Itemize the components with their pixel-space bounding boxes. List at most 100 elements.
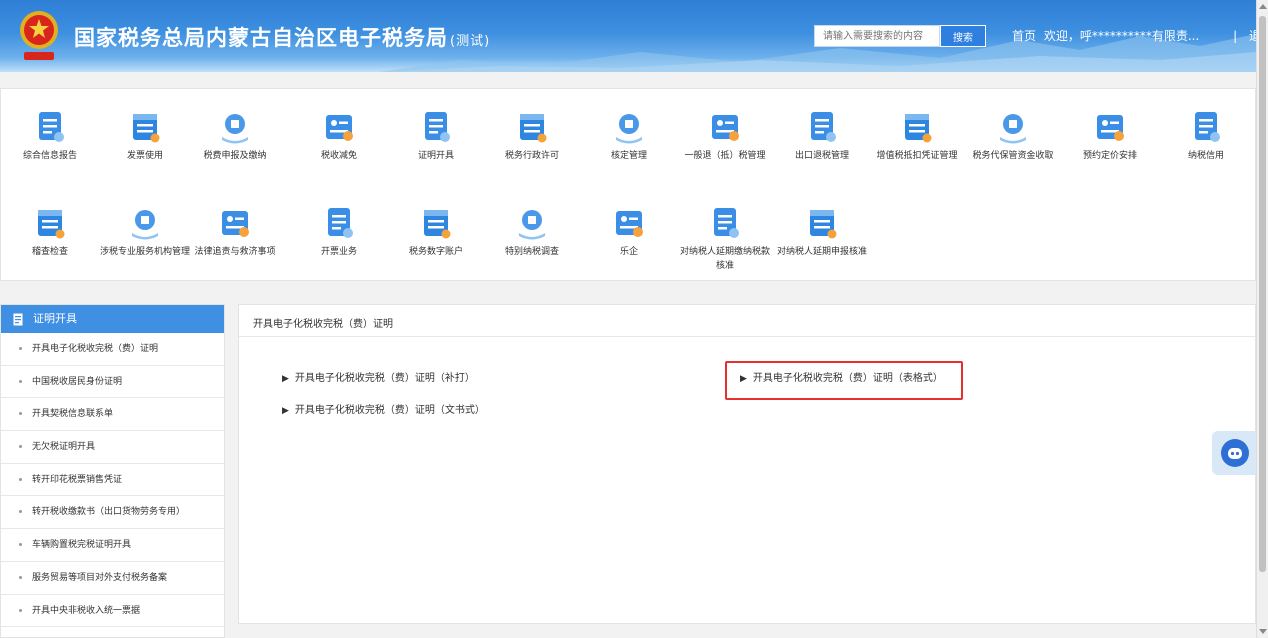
link-document-style[interactable]: ▶ 开具电子化税收完税（费）证明（文书式）	[282, 401, 485, 416]
robot-icon	[1221, 439, 1249, 467]
service-item-label: 法律追责与救济事项	[194, 247, 276, 257]
deferral-filing-icon	[810, 210, 837, 239]
credit-icon	[1195, 112, 1220, 142]
service-item[interactable]: 纳税信用	[1160, 109, 1252, 163]
service-item[interactable]: 乐企	[583, 205, 675, 259]
service-item[interactable]: 发票使用	[99, 109, 191, 163]
export-refund-icon	[811, 112, 836, 142]
service-item[interactable]: 增值税抵扣凭证管理	[871, 109, 963, 163]
site-title-suffix: (测试)	[450, 34, 491, 49]
report-icon	[39, 112, 64, 142]
service-item[interactable]: 预约定价安排	[1064, 109, 1156, 163]
sidebar-item-label: 中国税收居民身份证明	[32, 376, 123, 387]
service-item-label: 税费申报及缴纳	[203, 151, 267, 161]
service-item-label: 发票使用	[126, 151, 163, 161]
bullet-icon	[19, 510, 22, 514]
sidebar-item-label: 开具中央非税收入统一票据	[32, 605, 141, 616]
service-item-label: 税务数字账户	[408, 247, 463, 257]
triangle-right-icon: ▶	[282, 406, 289, 416]
service-item[interactable]: 一般退（抵）税管理	[679, 109, 771, 163]
sidebar-item-label: 开具契税信息联系单	[32, 409, 114, 420]
link-reprint-label: 开具电子化税收完税（费）证明（补打）	[294, 373, 475, 384]
scroll-down-icon[interactable]	[1259, 629, 1267, 634]
service-item[interactable]: 证明开具	[390, 109, 482, 163]
page-scrollbar[interactable]	[1256, 0, 1268, 638]
service-item-label: 综合信息报告	[22, 151, 77, 161]
bullet-icon	[19, 477, 22, 481]
service-item[interactable]: 税务行政许可	[486, 109, 578, 163]
vat-voucher-icon	[905, 114, 932, 143]
digital-account-icon	[424, 210, 451, 239]
nav-separator: |	[1233, 29, 1238, 43]
certificate-icon	[425, 112, 450, 142]
tax-payment-icon	[222, 114, 248, 144]
sidebar-item-label: 车辆购置税完税证明开具	[32, 540, 132, 551]
service-item[interactable]: 综合信息报告	[4, 109, 96, 163]
sidebar-item[interactable]: 无欠税证明开具	[1, 431, 224, 464]
link-document-style-label: 开具电子化税收完税（费）证明（文书式）	[294, 405, 485, 416]
service-item-label: 乐企	[619, 247, 638, 257]
site-header: 国家税务总局内蒙古自治区电子税务局(测试) 搜索 首页 欢迎，呼********…	[0, 0, 1256, 72]
service-item[interactable]: 税费申报及缴纳	[189, 109, 281, 163]
service-item[interactable]: 税务代保管资金收取	[967, 109, 1059, 163]
sidebar-item-label: 转开印花税票销售凭证	[32, 474, 123, 485]
sidebar-title: 证明开具	[33, 312, 77, 325]
inspection-icon	[38, 210, 65, 239]
sidebar-item-label: 无欠税证明开具	[32, 442, 96, 453]
tax-relief-icon	[326, 115, 353, 141]
service-item[interactable]: 稽查检查	[4, 205, 96, 259]
service-item-label: 税务代保管资金收取	[972, 151, 1054, 161]
investigation-icon	[519, 210, 545, 240]
sidebar-item-label: 服务贸易等项目对外支付税务备案	[32, 572, 168, 583]
sidebar-item[interactable]: 转开印花税票销售凭证	[1, 464, 224, 497]
verify-icon	[616, 114, 642, 144]
content-title: 开具电子化税收完税（费）证明	[239, 305, 1255, 337]
service-item[interactable]: 核定管理	[583, 109, 675, 163]
bullet-icon	[19, 543, 22, 547]
refund-icon	[712, 115, 739, 141]
sidebar-item[interactable]: 开具契税信息联系单	[1, 398, 224, 432]
deferral-payment-icon	[714, 208, 739, 238]
service-item[interactable]: 税务数字账户	[390, 205, 482, 259]
sidebar-item[interactable]: 开具中央非税收入统一票据	[1, 595, 224, 628]
site-title: 国家税务总局内蒙古自治区电子税务局 (测试)	[74, 22, 490, 52]
service-item[interactable]: 特别纳税调查	[486, 205, 578, 259]
sidebar-item[interactable]: 开具电子化税收完税（费）证明	[1, 333, 224, 366]
invoice-icon	[133, 114, 160, 143]
home-link[interactable]: 首页	[1012, 29, 1036, 43]
logout-link[interactable]: 退出	[1249, 29, 1256, 43]
agency-icon	[132, 210, 158, 240]
search-button[interactable]: 搜索	[940, 25, 986, 47]
service-item-label: 税收减免	[320, 151, 357, 161]
bullet-icon	[19, 445, 22, 449]
sidebar-item[interactable]: 服务贸易等项目对外支付税务备案	[1, 562, 224, 595]
content-panel: 开具电子化税收完税（费）证明	[238, 304, 1256, 624]
sidebar-item[interactable]: 车辆购置税完税证明开具	[1, 529, 224, 562]
service-item[interactable]: 对纳税人延期缴纳税款核准	[679, 205, 771, 273]
scroll-up-icon[interactable]	[1259, 4, 1267, 9]
highlight-box	[725, 361, 963, 400]
search-input[interactable]	[814, 25, 940, 47]
service-item[interactable]: 涉税专业服务机构管理	[99, 205, 191, 259]
service-item-label: 稽查检查	[31, 247, 68, 257]
welcome-text: 欢迎，呼**********有限责...	[1043, 29, 1200, 43]
service-item[interactable]: 出口退税管理	[776, 109, 868, 163]
service-item[interactable]: 法律追责与救济事项	[189, 205, 281, 259]
chat-assistant-button[interactable]	[1212, 431, 1256, 475]
service-item-label: 一般退（抵）税管理	[684, 151, 766, 161]
service-item[interactable]: 税收减免	[293, 109, 385, 163]
law-icon	[222, 211, 249, 237]
service-item-label: 核定管理	[610, 151, 647, 161]
service-item[interactable]: 对纳税人延期申报核准	[776, 205, 868, 259]
leqi-icon	[616, 211, 643, 237]
service-item[interactable]: 开票业务	[293, 205, 385, 259]
scrollbar-thumb[interactable]	[1259, 16, 1266, 572]
sidebar-item-label: 开具电子化税收完税（费）证明	[32, 344, 159, 354]
sidebar-item[interactable]: 中国税收居民身份证明	[1, 366, 224, 399]
service-item-label: 增值税抵扣凭证管理	[876, 151, 958, 161]
service-item-label: 对纳税人延期申报核准	[776, 247, 867, 257]
link-reprint[interactable]: ▶ 开具电子化税收完税（费）证明（补打）	[282, 369, 475, 384]
sidebar-item[interactable]: 转开税收缴款书（出口货物劳务专用）	[1, 496, 224, 530]
triangle-right-icon: ▶	[282, 374, 289, 384]
service-item-label: 证明开具	[417, 151, 454, 161]
